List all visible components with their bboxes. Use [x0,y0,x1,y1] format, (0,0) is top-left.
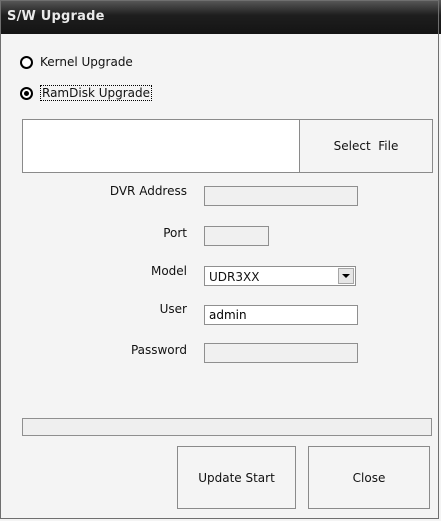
upgrade-progress-bar [22,418,432,436]
user-label: User [159,302,187,316]
radio-kernel-indicator[interactable] [20,55,33,69]
dvr-address-label: DVR Address [109,184,187,198]
radio-ramdisk-indicator[interactable] [20,86,33,100]
select-file-label: Select File [333,139,399,153]
dvr-address-input[interactable] [204,186,358,206]
radio-ramdisk-label: RamDisk Upgrade [40,85,153,101]
user-input[interactable] [204,305,358,325]
port-label: Port [163,226,187,240]
model-select-value: UDR3XX [209,270,260,284]
close-button[interactable]: Close [308,446,430,509]
chevron-down-icon[interactable] [338,268,354,284]
select-file-button[interactable]: Select File [299,119,433,173]
password-input[interactable] [204,343,358,363]
sw-upgrade-window: S/W Upgrade Kernel Upgrade RamDisk Upgra… [0,0,441,521]
radio-kernel-label: Kernel Upgrade [40,55,133,69]
window-border [0,0,439,519]
file-path-box[interactable] [22,119,300,173]
update-start-label: Update Start [198,470,275,485]
update-start-button[interactable]: Update Start [177,446,296,509]
password-label: Password [130,343,187,357]
model-label: Model [150,264,187,278]
close-label: Close [352,470,386,485]
radio-ramdisk-upgrade[interactable]: RamDisk Upgrade [20,84,153,102]
model-select[interactable]: UDR3XX [204,266,356,286]
port-input[interactable] [204,226,269,246]
radio-kernel-upgrade[interactable]: Kernel Upgrade [20,53,133,71]
